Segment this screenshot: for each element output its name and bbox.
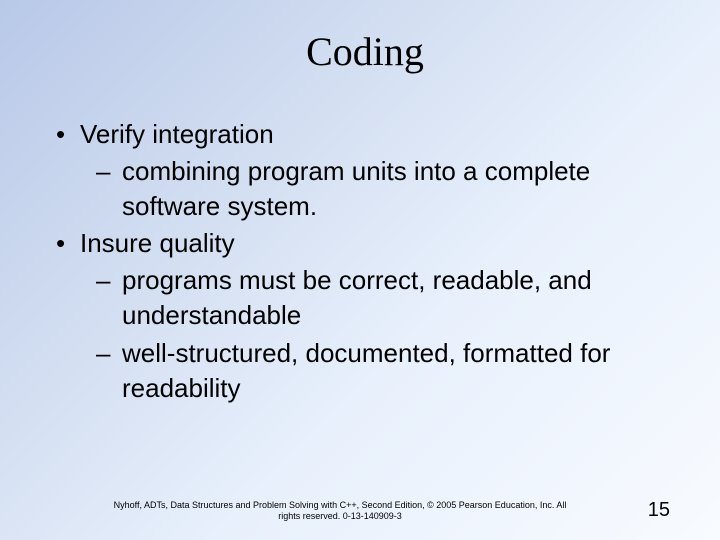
sub-bullet-text: combining program units into a complete …: [122, 154, 680, 224]
bullet-marker: •: [50, 117, 80, 152]
slide-content: • Verify integration – combining program…: [50, 117, 680, 406]
sub-bullet-text: well-structured, documented, formatted f…: [122, 336, 680, 406]
sub-bullet-text: programs must be correct, readable, and …: [122, 263, 680, 333]
page-number: 15: [630, 499, 670, 522]
sub-bullet-item: – programs must be correct, readable, an…: [96, 263, 680, 333]
dash-marker: –: [96, 263, 122, 333]
bullet-item: • Verify integration: [50, 117, 680, 152]
slide-title: Coding: [50, 28, 680, 75]
slide-footer: Nyhoff, ADTs, Data Structures and Proble…: [0, 499, 720, 522]
bullet-text: Verify integration: [80, 117, 680, 152]
dash-marker: –: [96, 154, 122, 224]
bullet-item: • Insure quality: [50, 226, 680, 261]
sub-bullet-item: – well-structured, documented, formatted…: [96, 336, 680, 406]
sub-bullet-item: – combining program units into a complet…: [96, 154, 680, 224]
copyright-text: Nyhoff, ADTs, Data Structures and Proble…: [50, 500, 630, 522]
slide: Coding • Verify integration – combining …: [0, 0, 720, 540]
bullet-marker: •: [50, 226, 80, 261]
bullet-text: Insure quality: [80, 226, 680, 261]
dash-marker: –: [96, 336, 122, 406]
